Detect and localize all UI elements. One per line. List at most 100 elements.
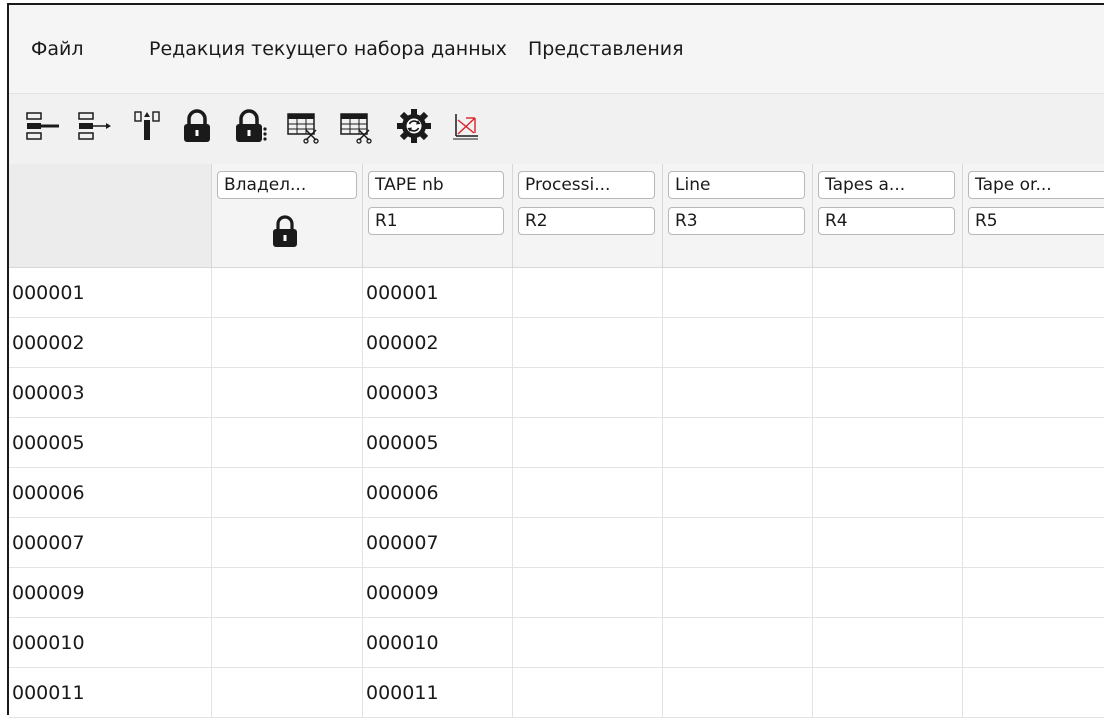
insert-row-left-button[interactable] (24, 106, 64, 146)
table-cell[interactable] (963, 618, 1104, 668)
column-name-field[interactable]: Tape or... (968, 171, 1104, 199)
table-cell[interactable] (212, 418, 363, 468)
table-cell[interactable] (813, 468, 963, 518)
data-grid: Владел... TAPE nb R1 Processi... R2 Line… (9, 164, 1104, 718)
menubar: Файл Редакция текущего набора данных Пре… (9, 5, 1104, 93)
menu-edit-dataset[interactable]: Редакция текущего набора данных (149, 38, 507, 60)
table-cell[interactable] (513, 368, 663, 418)
table-cell[interactable] (513, 318, 663, 368)
table-cell[interactable]: 000007 (363, 518, 513, 568)
table-cell[interactable] (963, 468, 1104, 518)
table-cell[interactable] (212, 668, 363, 718)
table-row[interactable]: 000003 000003 (9, 368, 1104, 418)
table-row[interactable]: 000010 000010 (9, 618, 1104, 668)
column-code-field[interactable]: R1 (368, 207, 504, 235)
column-split-button[interactable] (127, 106, 167, 146)
column-name-field[interactable]: Tapes a... (818, 171, 955, 199)
table-cell[interactable] (513, 518, 663, 568)
menu-views[interactable]: Представления (528, 38, 684, 60)
table-row[interactable]: 000002 000002 (9, 318, 1104, 368)
lock-multiple-button[interactable] (229, 106, 269, 146)
table-cell[interactable]: 000009 (363, 568, 513, 618)
table-cut-alt-button[interactable] (337, 106, 377, 146)
table-cell[interactable] (963, 318, 1104, 368)
table-cell[interactable] (813, 568, 963, 618)
row-id-cell[interactable]: 000005 (9, 418, 212, 468)
column-name-field[interactable]: TAPE nb (368, 171, 504, 199)
table-cell[interactable] (813, 518, 963, 568)
table-cell[interactable] (212, 268, 363, 318)
table-cell[interactable] (963, 268, 1104, 318)
table-cell[interactable] (663, 568, 813, 618)
table-cut-button[interactable] (284, 106, 324, 146)
table-cell[interactable] (813, 268, 963, 318)
table-row[interactable]: 000005 000005 (9, 418, 1104, 468)
table-row[interactable]: 000011 000011 (9, 668, 1104, 718)
table-cell[interactable] (663, 668, 813, 718)
table-cell[interactable]: 000005 (363, 418, 513, 468)
table-row[interactable]: 000006 000006 (9, 468, 1104, 518)
chart-button[interactable] (446, 106, 486, 146)
lock-icon (273, 215, 297, 247)
table-row[interactable]: 000009 000009 (9, 568, 1104, 618)
table-cell[interactable] (663, 518, 813, 568)
table-cell[interactable] (513, 268, 663, 318)
column-split-icon (134, 111, 160, 140)
table-cell[interactable] (212, 568, 363, 618)
table-cell[interactable] (813, 318, 963, 368)
table-cell[interactable] (212, 318, 363, 368)
column-name-field[interactable]: Владел... (217, 171, 357, 199)
table-row[interactable]: 000001 000001 (9, 268, 1104, 318)
column-code-field[interactable]: R2 (518, 207, 655, 235)
column-code-field[interactable]: R3 (668, 207, 805, 235)
row-id-cell[interactable]: 000007 (9, 518, 212, 568)
row-id-cell[interactable]: 000002 (9, 318, 212, 368)
insert-row-left-icon (26, 112, 59, 140)
table-cell[interactable]: 000010 (363, 618, 513, 668)
row-id-cell[interactable]: 000003 (9, 368, 212, 418)
table-row[interactable]: 000007 000007 (9, 518, 1104, 568)
table-cell[interactable] (212, 618, 363, 668)
table-cell[interactable]: 000002 (363, 318, 513, 368)
table-cell[interactable] (663, 418, 813, 468)
row-id-cell[interactable]: 000010 (9, 618, 212, 668)
table-cell[interactable] (963, 668, 1104, 718)
table-cell[interactable] (963, 368, 1104, 418)
table-cell[interactable] (212, 368, 363, 418)
lock-button[interactable] (177, 106, 217, 146)
table-cell[interactable] (663, 468, 813, 518)
row-id-cell[interactable]: 000006 (9, 468, 212, 518)
row-id-cell[interactable]: 000011 (9, 668, 212, 718)
table-cell[interactable] (963, 568, 1104, 618)
table-cell[interactable] (513, 668, 663, 718)
table-cell[interactable] (963, 418, 1104, 468)
table-cell[interactable] (813, 668, 963, 718)
table-cell[interactable] (963, 518, 1104, 568)
table-cell[interactable] (212, 468, 363, 518)
table-cell[interactable] (212, 518, 363, 568)
table-cell[interactable] (513, 468, 663, 518)
table-cell[interactable] (663, 268, 813, 318)
table-cell[interactable]: 000003 (363, 368, 513, 418)
menu-file[interactable]: Файл (31, 38, 84, 60)
gear-refresh-button[interactable] (394, 106, 434, 146)
table-cell[interactable]: 000006 (363, 468, 513, 518)
insert-row-right-button[interactable] (76, 106, 116, 146)
table-cell[interactable]: 000011 (363, 668, 513, 718)
table-cell[interactable] (813, 618, 963, 668)
column-code-field[interactable]: R4 (818, 207, 955, 235)
row-id-cell[interactable]: 000001 (9, 268, 212, 318)
table-cell[interactable] (513, 618, 663, 668)
table-cell[interactable] (813, 368, 963, 418)
column-code-field[interactable]: R5 (968, 207, 1104, 235)
table-cell[interactable]: 000001 (363, 268, 513, 318)
table-cell[interactable] (663, 618, 813, 668)
table-cell[interactable] (663, 368, 813, 418)
table-cell[interactable] (513, 568, 663, 618)
column-name-field[interactable]: Line (668, 171, 805, 199)
row-id-cell[interactable]: 000009 (9, 568, 212, 618)
table-cell[interactable] (663, 318, 813, 368)
table-cell[interactable] (813, 418, 963, 468)
table-cell[interactable] (513, 418, 663, 468)
column-name-field[interactable]: Processi... (518, 171, 655, 199)
